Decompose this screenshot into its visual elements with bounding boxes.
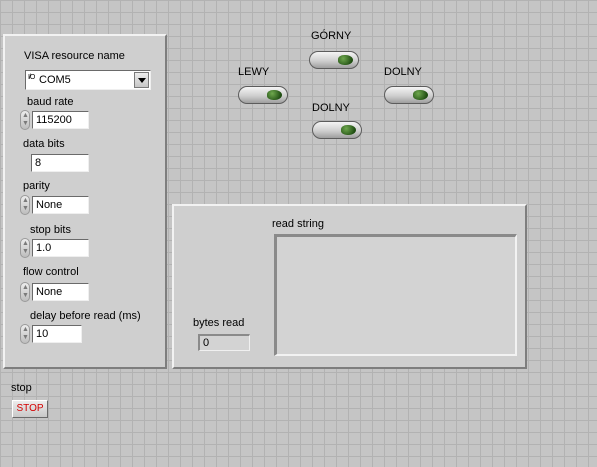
increment-arrow-icon: ▲ — [22, 112, 29, 119]
led-indicator-icon — [338, 55, 353, 65]
decrement-arrow-icon: ▼ — [22, 334, 29, 341]
baud-rate-field[interactable]: 115200 — [32, 111, 89, 129]
parity-label: parity — [23, 180, 50, 192]
led-indicator-icon — [267, 90, 282, 100]
delay-before-read-stepper[interactable]: ▲ ▼ — [20, 324, 30, 344]
right-button-label: DOLNY — [384, 66, 422, 78]
led-indicator-icon — [341, 125, 356, 135]
led-indicator-icon — [413, 90, 428, 100]
bytes-read-indicator: 0 — [198, 334, 250, 351]
delay-before-read-label: delay before read (ms) — [30, 310, 141, 322]
decrement-arrow-icon: ▼ — [22, 120, 29, 127]
baud-rate-label: baud rate — [27, 96, 74, 108]
baud-rate-stepper[interactable]: ▲ ▼ — [20, 110, 30, 130]
stop-bits-field[interactable]: 1.0 — [32, 239, 89, 257]
down-direction-button[interactable] — [312, 121, 362, 139]
decrement-arrow-icon: ▼ — [22, 205, 29, 212]
visa-resource-select[interactable]: I/O COM5 — [25, 70, 151, 90]
stop-button-text: STOP — [16, 403, 44, 414]
chevron-down-icon — [138, 78, 146, 83]
data-bits-label: data bits — [23, 138, 65, 150]
stop-button[interactable]: STOP — [12, 400, 48, 418]
left-direction-button[interactable] — [238, 86, 288, 104]
up-button-label: GÓRNY — [311, 30, 352, 42]
data-bits-field[interactable]: 8 — [31, 154, 89, 172]
increment-arrow-icon: ▲ — [22, 326, 29, 333]
increment-arrow-icon: ▲ — [22, 284, 29, 291]
parity-field[interactable]: None — [32, 196, 89, 214]
visa-resource-label: VISA resource name — [24, 50, 125, 62]
parity-stepper[interactable]: ▲ ▼ — [20, 195, 30, 215]
stop-bits-label: stop bits — [30, 224, 71, 236]
delay-before-read-field[interactable]: 10 — [32, 325, 82, 343]
visa-resource-value: COM5 — [39, 74, 71, 86]
decrement-arrow-icon: ▼ — [22, 248, 29, 255]
io-resource-icon: I/O — [28, 74, 35, 81]
decrement-arrow-icon: ▼ — [22, 292, 29, 299]
read-string-indicator — [274, 234, 517, 356]
increment-arrow-icon: ▲ — [22, 197, 29, 204]
down-button-label: DOLNY — [312, 102, 350, 114]
flow-control-label: flow control — [23, 266, 79, 278]
stop-bits-stepper[interactable]: ▲ ▼ — [20, 238, 30, 258]
bytes-read-label: bytes read — [193, 317, 245, 329]
flow-control-stepper[interactable]: ▲ ▼ — [20, 282, 30, 302]
stop-label: stop — [11, 382, 32, 394]
read-string-label: read string — [272, 218, 324, 230]
flow-control-field[interactable]: None — [32, 283, 89, 301]
increment-arrow-icon: ▲ — [22, 240, 29, 247]
right-direction-button[interactable] — [384, 86, 434, 104]
up-direction-button[interactable] — [309, 51, 359, 69]
left-button-label: LEWY — [238, 66, 270, 78]
dropdown-arrow-button[interactable] — [134, 72, 149, 88]
